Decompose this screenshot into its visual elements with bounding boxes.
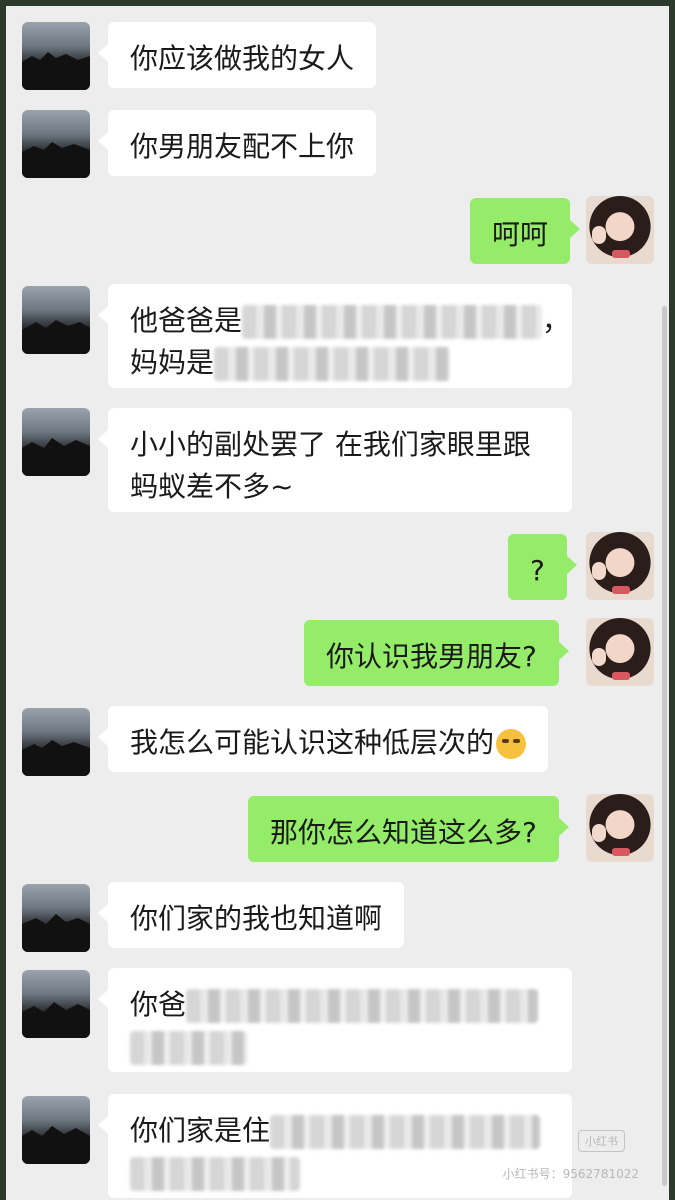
girl-avatar[interactable] (586, 794, 654, 862)
hand-shape (592, 226, 606, 244)
chat-screen: 你应该做我的女人 你男朋友配不上你 呵呵 他爸爸是 ， 妈妈是 小小的副处罢了 在… (6, 6, 669, 1200)
redacted-blur (214, 347, 451, 381)
watermark-logo: 小红书 (578, 1130, 625, 1152)
message-line: 妈妈是 (130, 342, 550, 384)
dusk-sky-avatar (22, 52, 90, 90)
message-text: ? (530, 554, 545, 587)
redacted-blur (270, 1115, 541, 1149)
hand-shape (592, 648, 606, 666)
bow-shape (612, 672, 630, 680)
message-line (130, 1152, 550, 1194)
message-bubble[interactable]: 你们家的我也知道啊 (97, 882, 405, 948)
message-text: 你男朋友配不上你 (130, 130, 355, 163)
message-bubble-redacted[interactable]: 你们家是住 (98, 1094, 572, 1198)
message-text: 你们家是住 (130, 1114, 271, 1147)
message-text: 小小的副处罢了 在我们家眼里跟 (130, 428, 531, 461)
watermark-text: 小红书号：9562781022 (502, 1167, 639, 1181)
message-line (130, 1026, 550, 1068)
message-text: 呵呵 (492, 218, 549, 251)
message-bubble-sent[interactable]: 你认识我男朋友? (304, 620, 569, 686)
message-text: 你们家的我也知道啊 (130, 902, 383, 935)
message-text: 你认识我男朋友? (326, 640, 537, 673)
message-bubble-sent[interactable]: 呵呵 (470, 198, 581, 264)
message-text: 我怎么可能认识这种低层次的 (130, 726, 495, 759)
message-line: 你们家是住 (130, 1110, 550, 1152)
message-line: 你爸 (130, 984, 550, 1026)
contact-avatar[interactable] (22, 286, 90, 354)
redacted-blur (186, 989, 539, 1023)
message-bubble[interactable]: 你应该做我的女人 (97, 22, 377, 88)
contact-avatar[interactable] (22, 22, 90, 90)
message-bubble-sent[interactable]: 那你怎么知道这么多? (248, 796, 569, 862)
dusk-sky-avatar (22, 320, 90, 354)
contact-avatar[interactable] (22, 884, 90, 952)
girl-avatar[interactable] (586, 196, 654, 264)
contact-avatar[interactable] (22, 1096, 90, 1164)
contact-avatar[interactable] (22, 408, 90, 476)
bow-shape (612, 586, 630, 594)
redacted-blur (242, 305, 543, 339)
message-text: 你应该做我的女人 (130, 42, 355, 75)
message-text: 他爸爸是 (130, 304, 243, 337)
dusk-sky-avatar (22, 142, 90, 178)
redacted-blur (130, 1157, 300, 1191)
redacted-blur (130, 1031, 248, 1065)
bow-shape (612, 848, 630, 856)
message-text: ， (542, 304, 571, 337)
dusk-sky-avatar (22, 438, 90, 476)
contact-avatar[interactable] (22, 708, 90, 776)
message-bubble-redacted[interactable]: 他爸爸是 ， 妈妈是 (98, 284, 572, 388)
message-bubble-sent[interactable]: ? (508, 534, 577, 600)
contact-avatar[interactable] (22, 110, 90, 178)
girl-avatar[interactable] (586, 532, 654, 600)
dusk-sky-avatar (22, 1002, 90, 1038)
dusk-sky-avatar (22, 914, 90, 952)
hand-shape (592, 824, 606, 842)
girl-avatar[interactable] (586, 618, 654, 686)
message-text: 妈妈是 (130, 346, 215, 379)
message-text: 蚂蚁差不多~ (130, 470, 294, 503)
message-bubble[interactable]: 小小的副处罢了 在我们家眼里跟 蚂蚁差不多~ (98, 408, 572, 512)
dusk-sky-avatar (22, 740, 90, 776)
hand-shape (592, 562, 606, 580)
message-bubble-redacted[interactable]: 你爸 (98, 968, 572, 1072)
dusk-sky-avatar (22, 1126, 90, 1164)
message-text: 你爸 (130, 988, 187, 1021)
message-bubble[interactable]: 你男朋友配不上你 (97, 110, 377, 176)
message-text: 那你怎么知道这么多? (270, 816, 537, 849)
message-line: 他爸爸是 ， (130, 300, 570, 342)
bow-shape (612, 250, 630, 258)
sly-face-emoji (496, 729, 527, 759)
message-bubble[interactable]: 我怎么可能认识这种低层次的 (97, 706, 549, 772)
contact-avatar[interactable] (22, 970, 90, 1038)
scrollbar[interactable] (662, 306, 667, 1186)
